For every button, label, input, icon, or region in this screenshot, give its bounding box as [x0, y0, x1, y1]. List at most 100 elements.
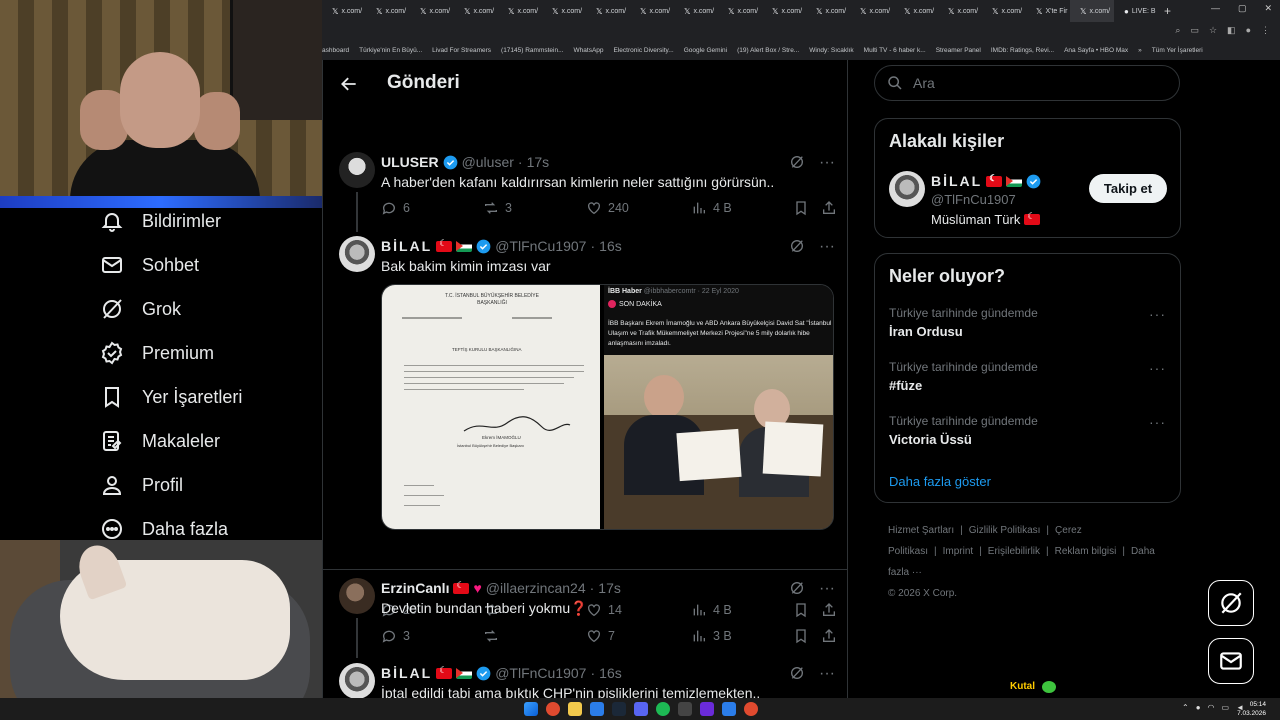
footer-link[interactable]: Reklam bilgisi	[1055, 546, 1117, 557]
bookmark-item[interactable]: Ana Sayfa • HBO Max	[1064, 47, 1128, 54]
browser-tab[interactable]: 𝕏x.com/	[586, 0, 630, 22]
cast-icon[interactable]: ▭	[1190, 25, 1199, 36]
avatar[interactable]	[339, 663, 375, 699]
author-name[interactable]: BİLAL	[381, 665, 432, 681]
timestamp[interactable]: 16s	[599, 238, 622, 254]
browser-tab[interactable]: 𝕏x.com/	[674, 0, 718, 22]
retweet-button[interactable]: 3	[483, 200, 512, 216]
bookmark-item[interactable]: Tüm Yer İşaretleri	[1152, 47, 1203, 54]
reply-tweet[interactable]: ULUSER @uluser · 17s ··· A haber'den kaf…	[323, 146, 847, 232]
trend-item[interactable]: #füze	[889, 378, 922, 393]
more-options-icon[interactable]: ···	[819, 665, 835, 683]
trend-item[interactable]: Victoria Üssü	[889, 432, 972, 447]
author-name[interactable]: ErzinCanlı	[381, 580, 449, 596]
nav-item-3[interactable]: Grok	[100, 294, 181, 324]
browser-tab[interactable]: 𝕏x.com/	[718, 0, 762, 22]
browser-tab[interactable]: 𝕏x.com/	[762, 0, 806, 22]
nav-item-6[interactable]: Makaleler	[100, 426, 220, 456]
avatar[interactable]	[339, 152, 375, 188]
show-more-link[interactable]: Daha fazla göster	[889, 474, 991, 489]
footer-link[interactable]: Hizmet Şartları	[888, 525, 954, 536]
reply-button[interactable]: 6	[381, 200, 410, 216]
nav-item-4[interactable]: Premium	[100, 338, 214, 368]
reply-tweet[interactable]: BİLAL @TlFnCu1907 · 16s ··· Bak bakim ki…	[323, 230, 847, 618]
bookmark-item[interactable]: (19) Alert Box / Stre...	[737, 47, 799, 54]
bookmark-item[interactable]: Electronic Diversity...	[614, 47, 674, 54]
avatar[interactable]	[339, 578, 375, 614]
search-input[interactable]: Ara	[874, 65, 1180, 101]
more-options-icon[interactable]: ···	[819, 154, 835, 172]
author-name[interactable]: BİLAL	[381, 238, 432, 254]
steam-icon[interactable]	[612, 702, 626, 716]
bookmark-item[interactable]: Google Gemini	[684, 47, 727, 54]
menu-icon[interactable]: ⋮	[1261, 25, 1270, 36]
network-icon[interactable]: ▭	[1222, 703, 1230, 712]
avatar[interactable]	[339, 236, 375, 272]
maximize-icon[interactable]: ▢	[1238, 3, 1247, 14]
author-name[interactable]: ULUSER	[381, 154, 439, 170]
tweet-media[interactable]: T.C. İSTANBUL BÜYÜKŞEHİR BELEDİYE BAŞKAN…	[381, 284, 834, 530]
browser-tab[interactable]: 𝕏x.com/	[806, 0, 850, 22]
nav-item-1[interactable]: Bildirimler	[100, 206, 221, 236]
bookmark-button[interactable]	[793, 200, 809, 216]
new-tab-button[interactable]: +	[1158, 4, 1171, 18]
search-icon[interactable]: ⌕	[1175, 25, 1180, 36]
bookmark-button[interactable]	[793, 628, 809, 644]
windows-start-icon[interactable]	[524, 702, 538, 716]
footer-link[interactable]: Gizlilik Politikası	[969, 525, 1041, 536]
timestamp[interactable]: 16s	[599, 665, 622, 681]
browser-tab[interactable]: ● LIVE: B	[1114, 0, 1158, 22]
messages-button[interactable]	[1208, 638, 1254, 684]
browser-tab[interactable]: 𝕏x.com/	[498, 0, 542, 22]
browser-tab[interactable]: 𝕏 X'te Fir	[1026, 0, 1070, 22]
grok-icon[interactable]	[789, 665, 805, 681]
browser-tab[interactable]: 𝕏x.com/	[410, 0, 454, 22]
extension-icon[interactable]: ◧	[1227, 25, 1236, 36]
spotify-icon[interactable]	[656, 702, 670, 716]
more-options-icon[interactable]: ···	[1149, 306, 1166, 322]
bookmark-item[interactable]: (17145) Rammstein...	[501, 47, 564, 54]
obs-icon[interactable]	[700, 702, 714, 716]
folder-icon[interactable]	[568, 702, 582, 716]
discord-icon[interactable]	[634, 702, 648, 716]
document-image[interactable]: T.C. İSTANBUL BÜYÜKŞEHİR BELEDİYE BAŞKAN…	[382, 285, 600, 529]
bookmark-item[interactable]: Streamer Panel	[936, 47, 981, 54]
browser-tab[interactable]: 𝕏x.com/	[366, 0, 410, 22]
profile-icon[interactable]: ●	[1246, 25, 1251, 36]
follow-button[interactable]: Takip et	[1089, 174, 1167, 203]
grok-button[interactable]	[1208, 580, 1254, 626]
like-button[interactable]: 240	[586, 200, 629, 216]
more-options-icon[interactable]: ···	[819, 580, 835, 598]
bookmark-item[interactable]: ashboard	[322, 47, 349, 54]
bookmark-item[interactable]: IMDb: Ratings, Revi...	[991, 47, 1054, 54]
nav-item-5[interactable]: Yer İşaretleri	[100, 382, 242, 412]
more-options-icon[interactable]: ···	[1149, 360, 1166, 376]
bookmark-item[interactable]: Windy: Sıcaklık	[809, 47, 853, 54]
share-button[interactable]	[821, 628, 837, 644]
app-icon[interactable]	[722, 702, 736, 716]
browser-tab[interactable]: 𝕏x.com/	[1070, 0, 1114, 22]
reply-tweet[interactable]: ErzinCanlı ♥ @illaerzincan24 · 17s ··· D…	[323, 572, 847, 662]
timestamp[interactable]: 17s	[598, 580, 621, 596]
browser-tab[interactable]: 𝕏x.com/	[938, 0, 982, 22]
author-handle[interactable]: @TlFnCu1907	[495, 665, 586, 681]
browser-tab[interactable]: 𝕏x.com/	[630, 0, 674, 22]
star-icon[interactable]: ☆	[1209, 25, 1217, 36]
views-button[interactable]: 3 B	[691, 628, 732, 644]
browser-tab[interactable]: 𝕏x.com/	[542, 0, 586, 22]
grok-icon[interactable]	[789, 580, 805, 596]
grok-icon[interactable]	[789, 238, 805, 254]
bookmark-item[interactable]: Livad For Streamers	[432, 47, 491, 54]
clock[interactable]: 05:14 7.03.2026	[1237, 700, 1266, 718]
author-handle[interactable]: @uluser	[462, 154, 514, 170]
footer-link[interactable]: Imprint	[943, 546, 974, 557]
browser-tab[interactable]: 𝕏x.com/	[454, 0, 498, 22]
more-options-icon[interactable]: ···	[819, 238, 835, 256]
share-button[interactable]	[821, 200, 837, 216]
back-arrow-icon[interactable]	[339, 74, 359, 94]
bookmark-item[interactable]: WhatsApp	[574, 47, 604, 54]
nav-item-7[interactable]: Profil	[100, 470, 183, 500]
related-user-handle[interactable]: @TlFnCu1907	[931, 192, 1016, 207]
browser-tab[interactable]: 𝕏x.com/	[850, 0, 894, 22]
like-button[interactable]: 7	[586, 628, 615, 644]
